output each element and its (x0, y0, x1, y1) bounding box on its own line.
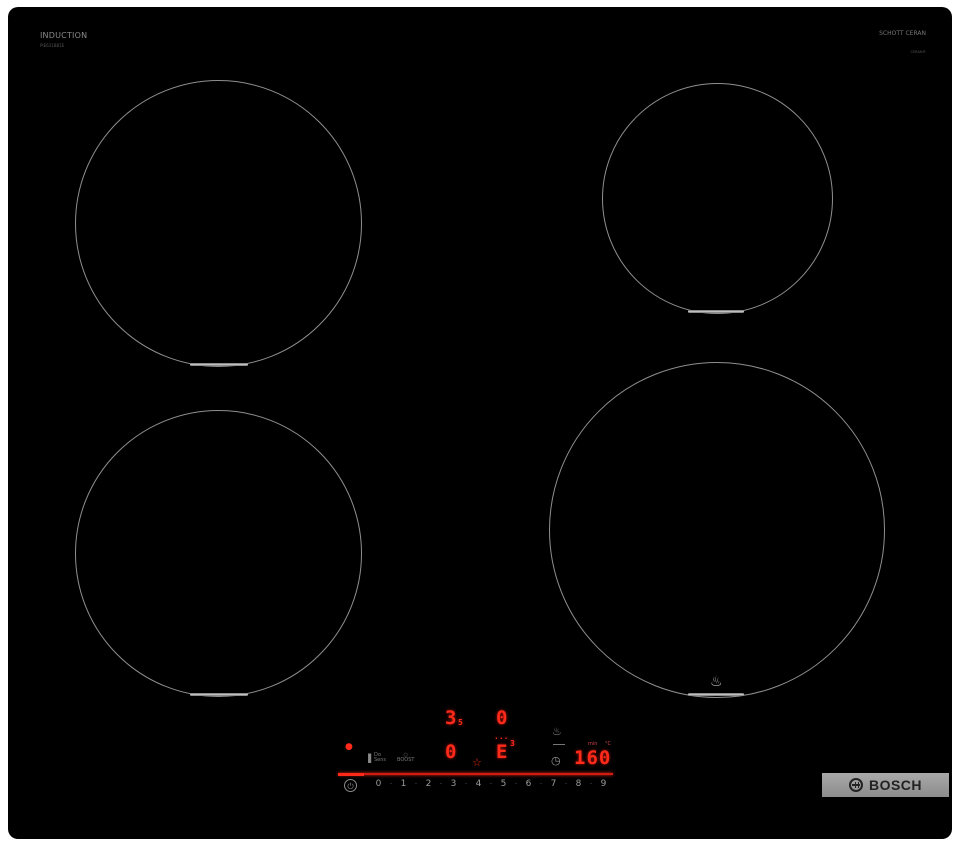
slider-level-8[interactable]: 8 (572, 779, 585, 789)
display-zone1-level: 3 (445, 707, 457, 729)
slider-level-1[interactable]: 1 (397, 779, 410, 789)
display-timer-value: 160 (574, 747, 612, 769)
slider-dot: · (514, 780, 518, 788)
zone-rear-left[interactable] (75, 80, 362, 367)
bosch-emblem-icon (848, 778, 863, 792)
zone-rear-left-marker (190, 363, 248, 366)
control-divider (553, 744, 565, 745)
zone-front-right-marker (688, 693, 744, 696)
slider-level-5[interactable]: 5 (497, 779, 510, 789)
slider-active-segment (338, 773, 364, 776)
slider-level-2[interactable]: 2 (422, 779, 435, 789)
zone-rear-right[interactable] (602, 83, 833, 314)
display-zone3-level: 0 (445, 741, 457, 763)
sensor-one-label[interactable]: Do Sens (374, 753, 386, 763)
zone-front-left-marker (190, 693, 248, 696)
zone-front-right[interactable] (549, 362, 885, 698)
glass-brand-label: SCHOTT CERAN (879, 30, 926, 37)
slider-dot: · (489, 780, 493, 788)
induction-label: INDUCTION (40, 31, 88, 40)
slider-dot: · (464, 780, 468, 788)
slider-dot: · (439, 780, 443, 788)
slider-dot: · (389, 780, 393, 788)
slider-level-4[interactable]: 4 (472, 779, 485, 789)
favourite-star-icon[interactable]: ☆ (472, 756, 482, 769)
timer-clock-icon[interactable]: ◷ (551, 754, 561, 767)
cooktop-surface: INDUCTION PIE631BB1E SCHOTT CERAN CERAN®… (8, 7, 952, 839)
pan-sensor-icon: ♨ (710, 674, 723, 690)
wifi-icon[interactable]: ● (345, 742, 353, 752)
slider-dot: · (564, 780, 568, 788)
cookconnect-icon[interactable]: ▐ (365, 754, 371, 763)
boost-label[interactable]: ○ BOOST (397, 753, 414, 763)
power-button[interactable]: ⏻ (344, 779, 357, 792)
zone-rear-right-marker (688, 310, 744, 313)
bosch-logo-plate: BOSCH (822, 773, 949, 797)
slider-level-0[interactable]: 0 (372, 779, 385, 789)
display-zone4-level: E (496, 741, 508, 763)
slider-level-6[interactable]: 6 (522, 779, 535, 789)
display-zone1-sub: 5 (458, 718, 463, 727)
slider-level-3[interactable]: 3 (447, 779, 460, 789)
slider-dot: · (414, 780, 418, 788)
zone-front-left[interactable] (75, 410, 362, 697)
slider-level-7[interactable]: 7 (547, 779, 560, 789)
display-zone2-level: 0 (496, 707, 508, 729)
frying-sensor-icon[interactable]: ♨ (552, 725, 562, 738)
model-label: PIE631BB1E (40, 43, 65, 48)
slider-level-9[interactable]: 9 (597, 779, 610, 789)
slider-track (338, 773, 613, 775)
display-zone4-sub: 3 (510, 739, 515, 748)
slider-dot: · (539, 780, 543, 788)
bosch-logo-text: BOSCH (868, 777, 923, 793)
slider-dot: · (589, 780, 593, 788)
glass-sub-label: CERAN® (910, 50, 926, 54)
power-level-slider[interactable]: 0 · 1 · 2 · 3 · 4 · 5 · 6 · 7 · 8 · 9 (372, 779, 610, 789)
